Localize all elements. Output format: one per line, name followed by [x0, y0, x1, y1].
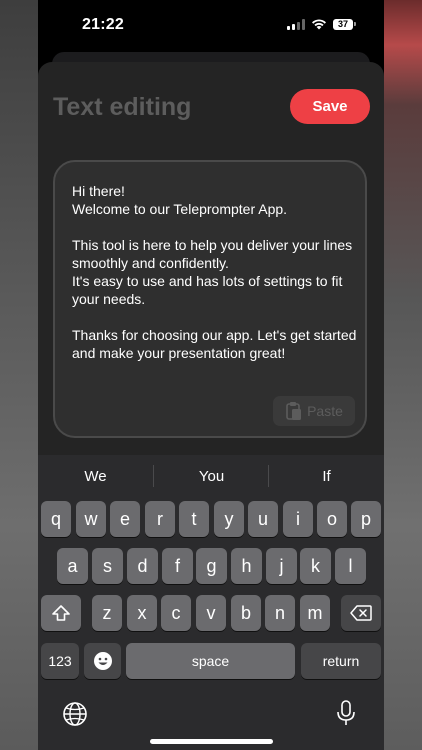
suggestion-item[interactable]: We — [38, 468, 153, 485]
key-j[interactable]: j — [266, 548, 297, 584]
editor-content[interactable]: Hi there! Welcome to our Teleprompter App… — [72, 182, 357, 362]
key-y[interactable]: y — [214, 501, 244, 537]
key-x[interactable]: x — [127, 595, 157, 631]
script-text-editor[interactable]: Hi there! Welcome to our Teleprompter App… — [53, 160, 367, 438]
background-right — [382, 0, 422, 750]
status-time: 21:22 — [82, 16, 124, 33]
key-t[interactable]: t — [179, 501, 209, 537]
key-n[interactable]: n — [265, 595, 295, 631]
battery-icon: 37 — [333, 18, 356, 30]
status-bar: 21:22 37 — [38, 0, 384, 50]
home-indicator — [150, 739, 273, 744]
key-c[interactable]: c — [161, 595, 191, 631]
editor-paragraph: Hi there! Welcome to our Teleprompter App… — [72, 183, 288, 217]
emoji-icon — [93, 652, 112, 670]
editor-paragraph: Thanks for choosing our app. Let's get s… — [72, 327, 357, 361]
key-m[interactable]: m — [300, 595, 330, 631]
clipboard-icon — [286, 402, 302, 420]
key-u[interactable]: u — [248, 501, 278, 537]
space-key[interactable]: space — [126, 643, 295, 679]
key-z[interactable]: z — [92, 595, 122, 631]
editor-paragraph: This tool is here to help you deliver yo… — [72, 237, 353, 307]
key-k[interactable]: k — [300, 548, 331, 584]
key-i[interactable]: i — [283, 501, 313, 537]
suggestion-bar: We You If — [38, 455, 384, 499]
shift-icon — [52, 605, 70, 621]
battery-level: 37 — [333, 18, 353, 30]
key-l[interactable]: l — [335, 548, 366, 584]
suggestion-item[interactable]: If — [269, 468, 384, 485]
page-title: Text editing — [53, 93, 192, 121]
save-button[interactable]: Save — [290, 89, 370, 124]
emoji-key[interactable] — [84, 643, 121, 679]
microphone-icon[interactable] — [334, 699, 358, 727]
background-left — [0, 0, 40, 750]
backspace-icon — [350, 605, 372, 621]
status-icons: 37 — [287, 18, 356, 30]
key-e[interactable]: e — [110, 501, 140, 537]
key-g[interactable]: g — [196, 548, 227, 584]
paste-button[interactable]: Paste — [273, 396, 355, 426]
suggestion-item[interactable]: You — [154, 468, 269, 485]
paste-label: Paste — [307, 403, 343, 419]
key-v[interactable]: v — [196, 595, 226, 631]
shift-key[interactable] — [41, 595, 81, 631]
key-p[interactable]: p — [351, 501, 381, 537]
backspace-key[interactable] — [341, 595, 381, 631]
numbers-key[interactable]: 123 — [41, 643, 79, 679]
wifi-icon — [312, 19, 326, 30]
key-w[interactable]: w — [76, 501, 106, 537]
key-a[interactable]: a — [57, 548, 88, 584]
key-b[interactable]: b — [231, 595, 261, 631]
key-o[interactable]: o — [317, 501, 347, 537]
signal-icon — [287, 18, 305, 30]
key-h[interactable]: h — [231, 548, 262, 584]
keyboard: We You If q w e r t y u i o p a s d f g … — [38, 455, 384, 750]
return-key[interactable]: return — [301, 643, 381, 679]
key-q[interactable]: q — [41, 501, 71, 537]
globe-icon[interactable] — [62, 701, 88, 727]
key-s[interactable]: s — [92, 548, 123, 584]
phone-screen: 21:22 37 Text editing Save Hi there! Welc… — [38, 0, 384, 750]
key-f[interactable]: f — [162, 548, 193, 584]
key-d[interactable]: d — [127, 548, 158, 584]
key-r[interactable]: r — [145, 501, 175, 537]
